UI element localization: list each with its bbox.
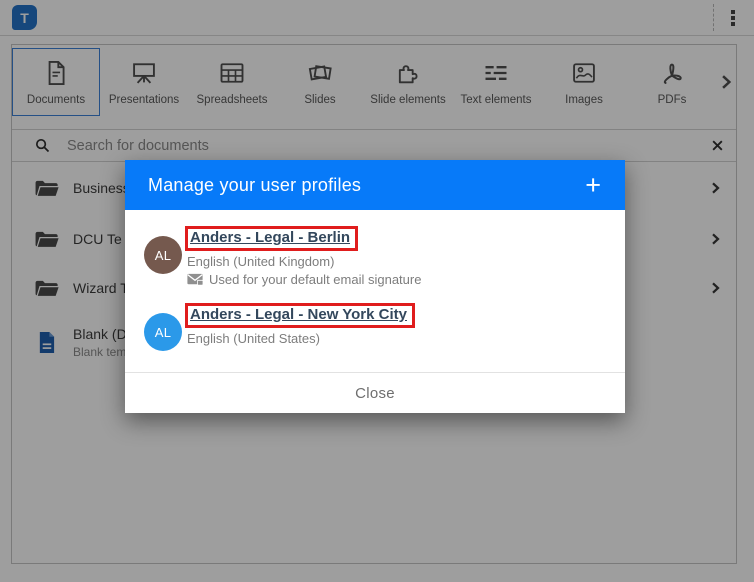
annotation-box: Anders - Legal - New York City bbox=[185, 303, 415, 328]
profile-note-text: Used for your default email signature bbox=[209, 272, 422, 287]
avatar-initials: AL bbox=[154, 324, 172, 340]
email-signature-icon bbox=[187, 273, 203, 286]
close-button[interactable]: Close bbox=[341, 381, 409, 406]
avatar: AL bbox=[144, 313, 182, 351]
avatar: AL bbox=[144, 236, 182, 274]
manage-profiles-dialog: Manage your user profiles + AL Anders - … bbox=[125, 160, 625, 413]
profile-name-link[interactable]: Anders - Legal - New York City bbox=[190, 306, 407, 323]
profile-language: English (United Kingdom) bbox=[187, 254, 335, 269]
dialog-header: Manage your user profiles + bbox=[125, 160, 625, 210]
profile-name-link[interactable]: Anders - Legal - Berlin bbox=[190, 229, 350, 246]
profile-language: English (United States) bbox=[187, 331, 320, 346]
app-window: T Documents Presentations Spreadsheets S… bbox=[0, 0, 754, 582]
avatar-initials: AL bbox=[154, 247, 172, 263]
add-profile-button[interactable]: + bbox=[581, 171, 605, 199]
profile-note: Used for your default email signature bbox=[187, 272, 421, 287]
dialog-footer: Close bbox=[125, 372, 625, 413]
annotation-box: Anders - Legal - Berlin bbox=[185, 226, 359, 251]
dialog-title: Manage your user profiles bbox=[148, 174, 362, 195]
